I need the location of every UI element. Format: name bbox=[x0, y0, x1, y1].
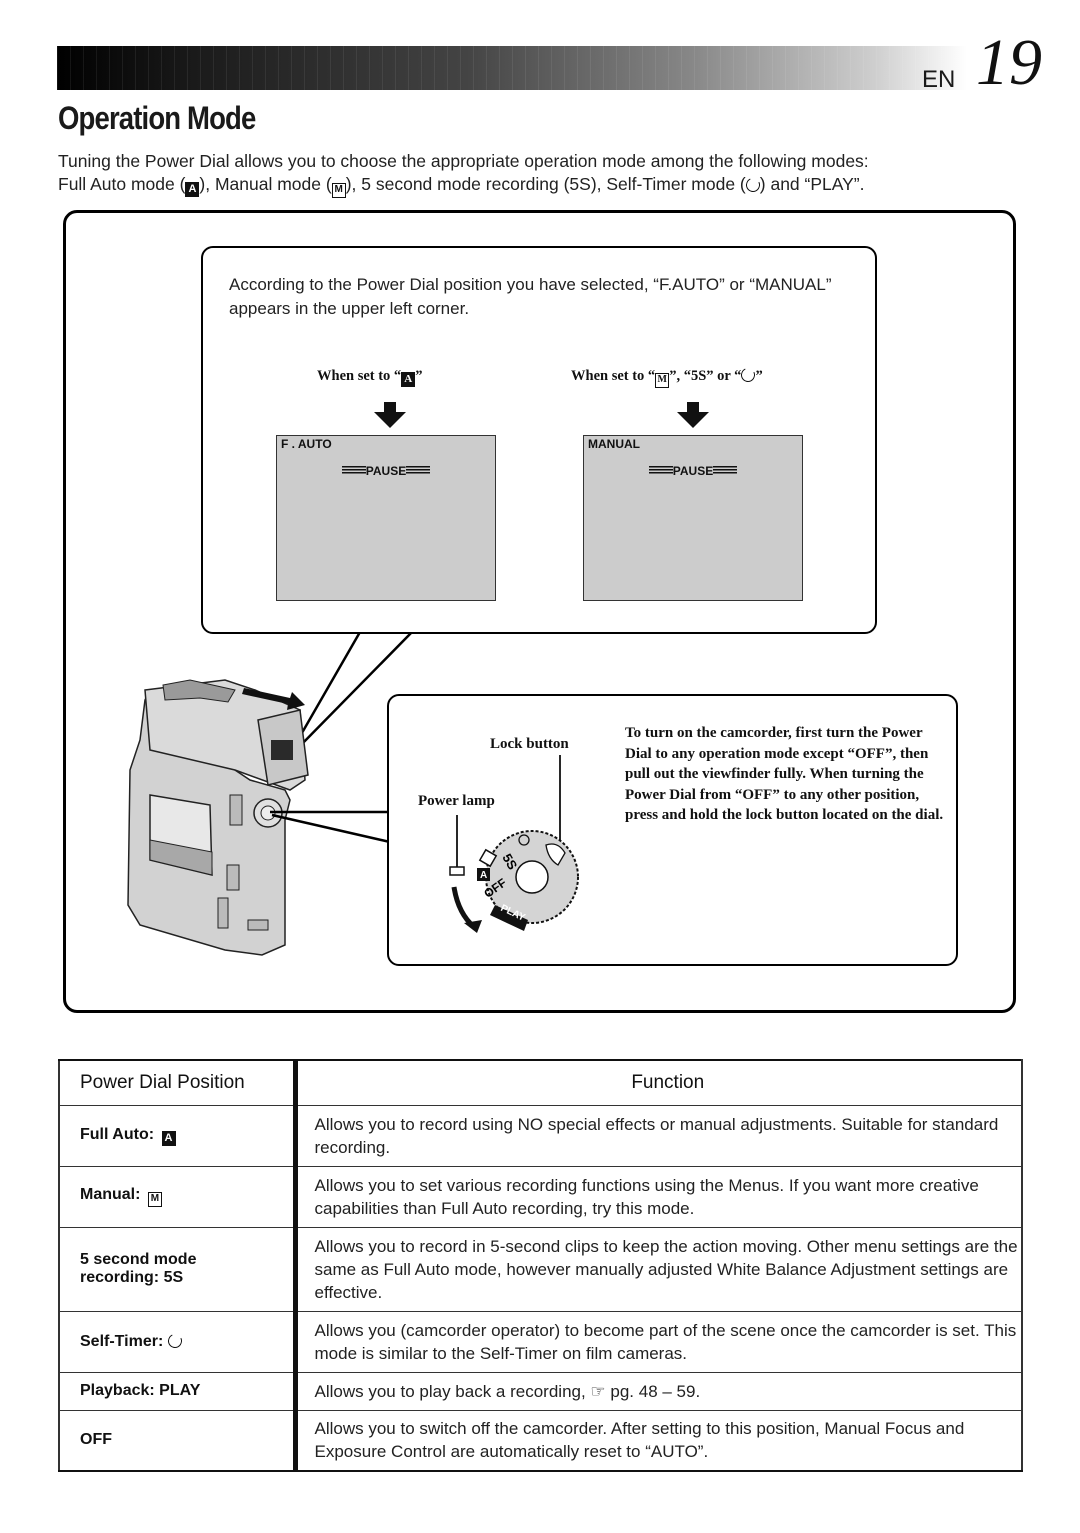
function-text: pg. 48 – 59. bbox=[605, 1381, 701, 1401]
label-text: When set to “ bbox=[571, 368, 656, 384]
lock-button-label: Lock button bbox=[490, 736, 569, 752]
self-timer-icon bbox=[165, 1331, 184, 1350]
position-label: Self-Timer: bbox=[80, 1332, 164, 1350]
function-cell: Allows you to play back a recording, ☞ p… bbox=[292, 1371, 1023, 1411]
column-header-function: Function bbox=[292, 1059, 1023, 1106]
label-text: ” bbox=[415, 368, 423, 384]
function-text: Allows you to play back a recording, bbox=[314, 1381, 591, 1401]
position-cell: Manual: M bbox=[58, 1165, 295, 1228]
power-dial-instructions: To turn on the camcorder, first turn the… bbox=[625, 725, 944, 824]
function-cell: Allows you (camcorder operator) to becom… bbox=[292, 1310, 1023, 1373]
down-arrow-icon bbox=[374, 402, 406, 428]
page-reference-icon: ☞ bbox=[590, 1381, 606, 1401]
when-set-manual-label: When set to “M”, “5S” or “ ” bbox=[571, 366, 763, 388]
table-row: Full Auto: A Allows you to record using … bbox=[58, 1104, 1023, 1167]
rotate-arrow-icon bbox=[451, 886, 476, 929]
manual-mode-icon: M bbox=[655, 373, 670, 388]
table-header-row: Power Dial Position Function bbox=[58, 1059, 1023, 1106]
viewfinder-screen-auto: F . AUTO PAUSE bbox=[276, 435, 496, 601]
power-dial-function-table: Power Dial Position Function Full Auto: … bbox=[58, 1059, 1023, 1472]
function-cell: Allows you to switch off the camcorder. … bbox=[292, 1409, 1023, 1472]
function-cell: Allows you to record using NO special ef… bbox=[292, 1104, 1023, 1167]
position-label: Playback: PLAY bbox=[80, 1382, 201, 1399]
position-label: Full Auto: bbox=[80, 1125, 155, 1143]
screen-mode-label: F . AUTO bbox=[281, 437, 332, 451]
position-cell: 5 second mode recording: 5S bbox=[58, 1226, 295, 1312]
column-header-position: Power Dial Position bbox=[58, 1059, 295, 1106]
dial-center bbox=[515, 860, 549, 894]
position-label: 5 second mode recording: 5S bbox=[80, 1251, 197, 1286]
screen-pause-indicator: PAUSE bbox=[277, 464, 495, 478]
function-cell: Allows you to record in 5-second clips t… bbox=[292, 1226, 1023, 1312]
viewfinder-screen-manual: MANUAL PAUSE bbox=[583, 435, 803, 601]
label-text: ”, “5S” or “ bbox=[669, 368, 742, 384]
dial-pointer bbox=[271, 813, 391, 844]
pause-lines bbox=[406, 466, 431, 474]
pause-text: PAUSE bbox=[672, 464, 714, 478]
position-cell: Full Auto: A bbox=[58, 1104, 295, 1167]
position-cell: OFF bbox=[58, 1409, 295, 1472]
function-cell: Allows you to set various recording func… bbox=[292, 1165, 1023, 1228]
pause-text: PAUSE bbox=[365, 464, 407, 478]
power-lamp-icon bbox=[449, 866, 465, 876]
position-cell: Self-Timer: bbox=[58, 1310, 295, 1373]
pause-lines bbox=[648, 466, 673, 474]
table-row: Self-Timer: Allows you (camcorder operat… bbox=[58, 1310, 1023, 1373]
down-arrow-icon bbox=[677, 402, 709, 428]
label-text: When set to “ bbox=[317, 368, 402, 384]
auto-mode-icon: A bbox=[161, 1130, 176, 1146]
table-row: Manual: M Allows you to set various reco… bbox=[58, 1165, 1023, 1228]
dial-label-a: A bbox=[480, 870, 487, 881]
manual-mode-icon: M bbox=[147, 1192, 162, 1207]
screen-pause-indicator: PAUSE bbox=[584, 464, 802, 478]
when-set-auto-label: When set to “A” bbox=[317, 368, 422, 387]
pause-lines bbox=[341, 466, 366, 474]
position-cell: Playback: PLAY bbox=[58, 1371, 295, 1411]
table-row: OFF Allows you to switch off the camcord… bbox=[58, 1409, 1023, 1472]
label-text: ” bbox=[755, 368, 763, 384]
screen-mode-label: MANUAL bbox=[588, 437, 640, 451]
callout-description: According to the Power Dial position you… bbox=[229, 275, 832, 318]
power-dial-diagram: 5S A OFF PLAY bbox=[449, 755, 579, 933]
position-label: OFF bbox=[80, 1431, 112, 1449]
auto-mode-icon: A bbox=[401, 372, 416, 387]
pause-lines bbox=[713, 466, 738, 474]
table-row: Playback: PLAY Allows you to play back a… bbox=[58, 1371, 1023, 1411]
position-label: Manual: bbox=[80, 1186, 141, 1203]
table-row: 5 second mode recording: 5S Allows you t… bbox=[58, 1226, 1023, 1312]
